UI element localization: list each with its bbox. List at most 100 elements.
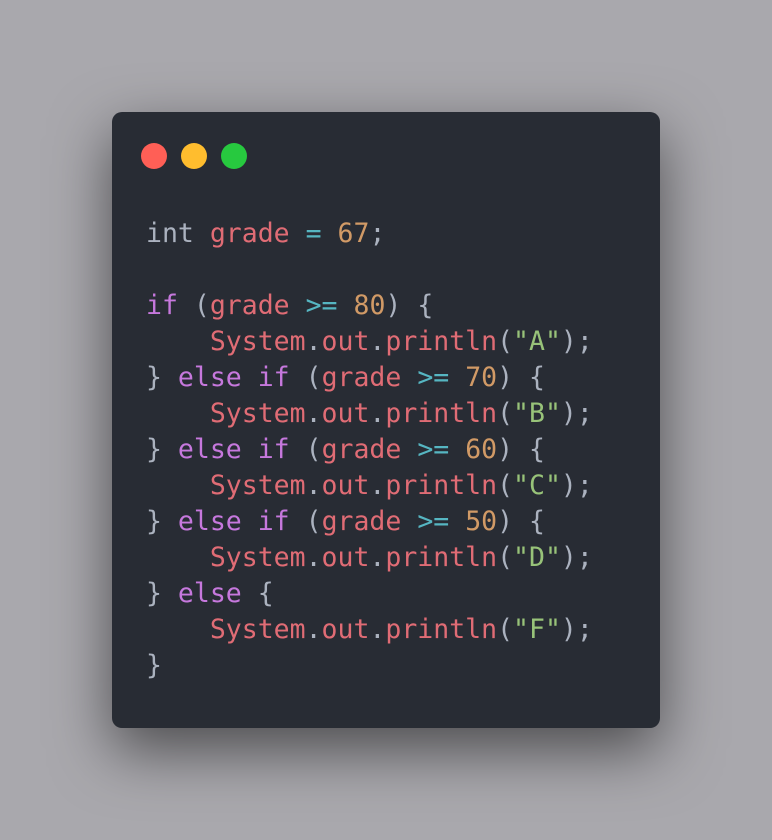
- code-token: System: [209, 614, 306, 645]
- code-token: (: [289, 434, 322, 465]
- code-line: if (grade >= 80) {: [146, 288, 593, 324]
- code-token: if: [257, 434, 290, 465]
- code-token: .: [305, 542, 322, 573]
- code-token: );: [560, 542, 593, 573]
- code-token: if: [146, 290, 178, 321]
- code-token: else: [177, 506, 242, 537]
- code-token: grade: [321, 506, 402, 537]
- code-token: out: [321, 398, 370, 429]
- code-token: ) {: [385, 290, 434, 321]
- code-token: >=: [417, 506, 450, 537]
- code-token: (: [497, 470, 514, 501]
- code-token: else: [177, 434, 242, 465]
- code-token: "F": [513, 614, 561, 645]
- code-token: out: [321, 470, 370, 501]
- code-token: println: [385, 398, 498, 429]
- code-token: if: [257, 506, 290, 537]
- code-token: =: [305, 218, 322, 249]
- code-line: } else if (grade >= 70) {: [146, 360, 593, 396]
- code-token: (: [497, 614, 514, 645]
- code-token: .: [305, 398, 322, 429]
- code-token: grade: [209, 290, 290, 321]
- code-token: 80: [353, 290, 386, 321]
- code-token: ) {: [497, 506, 545, 537]
- close-dot-icon[interactable]: [141, 143, 167, 169]
- code-token: 50: [465, 506, 498, 537]
- code-token: ) {: [497, 434, 545, 465]
- code-token: );: [560, 326, 593, 357]
- code-token: (: [289, 506, 322, 537]
- code-token: 60: [465, 434, 498, 465]
- code-token: ) {: [497, 362, 545, 393]
- code-token: 70: [465, 362, 498, 393]
- code-token: println: [385, 614, 498, 645]
- code-token: "A": [513, 326, 561, 357]
- minimize-dot-icon[interactable]: [181, 143, 207, 169]
- code-token: >=: [417, 434, 450, 465]
- code-line: int grade = 67;: [146, 216, 593, 252]
- code-token: }: [146, 434, 178, 465]
- code-token: }: [146, 362, 178, 393]
- code-token: if: [257, 362, 290, 393]
- code-token: (: [289, 362, 322, 393]
- code-token: );: [560, 614, 593, 645]
- code-token: .: [305, 470, 322, 501]
- code-token: out: [321, 614, 370, 645]
- code-token: System: [209, 398, 306, 429]
- code-token: );: [560, 470, 593, 501]
- code-line: System.out.println("B");: [146, 396, 593, 432]
- code-token: int: [146, 218, 194, 249]
- code-token: >=: [305, 290, 338, 321]
- code-token: .: [305, 326, 322, 357]
- code-token: println: [385, 542, 498, 573]
- code-token: grade: [209, 218, 290, 249]
- code-token: System: [209, 470, 306, 501]
- code-token: .: [369, 542, 386, 573]
- code-line: } else if (grade >= 50) {: [146, 504, 593, 540]
- code-window: int grade = 67; if (grade >= 80) { System…: [112, 112, 660, 728]
- code-token: .: [369, 326, 386, 357]
- code-token: >=: [417, 362, 450, 393]
- code-token: }: [146, 650, 162, 681]
- code-token: (: [497, 542, 514, 573]
- code-line: } else {: [146, 576, 593, 612]
- code-line: }: [146, 648, 593, 684]
- code-token: .: [369, 614, 386, 645]
- code-token: {: [241, 578, 274, 609]
- code-token: .: [305, 614, 322, 645]
- code-token: ;: [369, 218, 386, 249]
- code-token: "D": [513, 542, 561, 573]
- code-token: out: [321, 542, 370, 573]
- code-token: println: [385, 470, 498, 501]
- code-token: (: [497, 326, 514, 357]
- code-token: System: [209, 542, 306, 573]
- code-token: grade: [321, 362, 402, 393]
- maximize-dot-icon[interactable]: [221, 143, 247, 169]
- code-token: "B": [513, 398, 561, 429]
- code-token: (: [497, 398, 514, 429]
- code-line: System.out.println("C");: [146, 468, 593, 504]
- code-token: grade: [321, 434, 402, 465]
- code-token: .: [369, 398, 386, 429]
- code-token: out: [321, 326, 370, 357]
- code-line: System.out.println("D");: [146, 540, 593, 576]
- code-token: println: [385, 326, 498, 357]
- code-line: System.out.println("A");: [146, 324, 593, 360]
